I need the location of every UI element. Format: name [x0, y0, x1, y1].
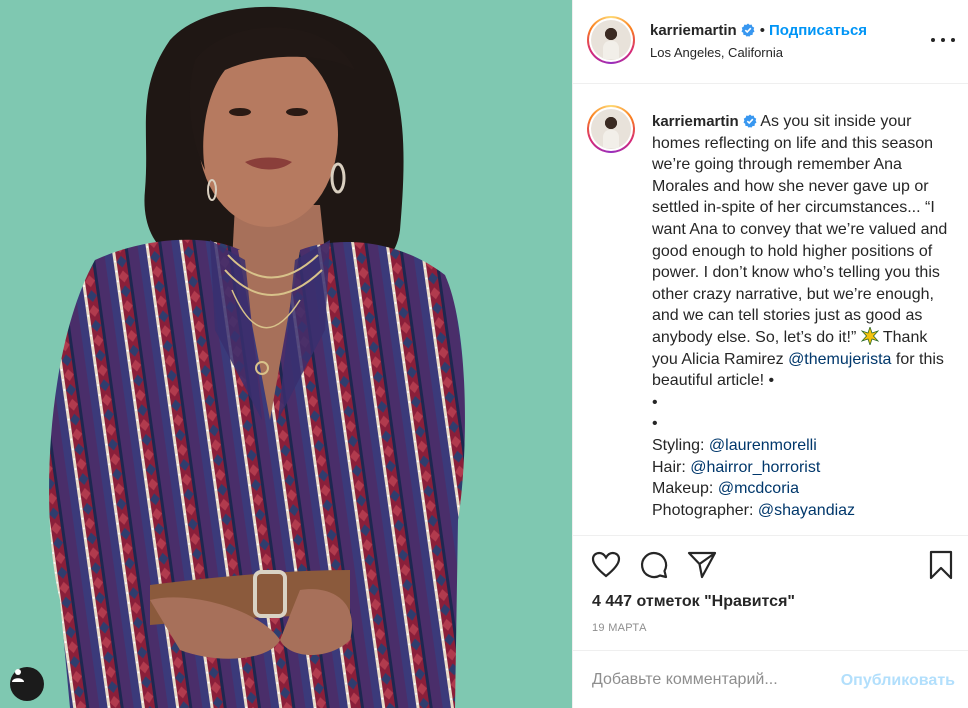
post-header: karriemartin • Подписаться Los Angeles, Ca… — [573, 0, 968, 84]
caption-bullet: • — [652, 415, 658, 433]
caption-text: As you sit inside your homes reflecting … — [652, 113, 948, 346]
publish-button[interactable]: Опубликовать — [841, 672, 955, 690]
more-options-button[interactable] — [931, 30, 955, 50]
author-username[interactable]: karriemartin — [650, 22, 737, 39]
caption: karriemartin As you sit inside your home… — [652, 111, 952, 521]
add-comment-bar: Опубликовать — [573, 650, 968, 708]
likes-count[interactable]: 4 447 отметок "Нравится" — [592, 593, 795, 611]
user-tag-button[interactable] — [10, 667, 44, 701]
photographer-label: Photographer: — [652, 501, 754, 519]
comments-area[interactable]: karriemartin As you sit inside your home… — [573, 85, 968, 535]
hair-label: Hair: — [652, 458, 686, 476]
comment-input[interactable] — [592, 669, 832, 691]
caption-bullet: • — [652, 393, 658, 411]
follow-button[interactable]: Подписаться — [769, 22, 867, 39]
sparkle-emoji-icon — [860, 326, 879, 345]
comment-icon[interactable] — [638, 549, 670, 581]
mention-photographer[interactable]: @shayandiaz — [758, 502, 855, 519]
heart-icon[interactable] — [590, 549, 622, 581]
makeup-label: Makeup: — [652, 480, 714, 498]
mention-themujerista[interactable]: @themujerista — [788, 351, 891, 368]
styling-label: Styling: — [652, 436, 705, 454]
header-separator: • — [759, 22, 765, 39]
mention-laurenmorelli[interactable]: @laurenmorelli — [709, 437, 817, 454]
post-actions: 4 447 отметок "Нравится" 19 МАРТА — [573, 535, 968, 650]
post-panel: karriemartin • Подписаться Los Angeles, Ca… — [572, 0, 968, 708]
caption-avatar[interactable] — [587, 105, 635, 153]
post-photo[interactable] — [0, 0, 572, 708]
post-location[interactable]: Los Angeles, California — [650, 45, 783, 60]
caption-username[interactable]: karriemartin — [652, 113, 739, 130]
portrait-illustration — [49, 6, 465, 708]
post-date[interactable]: 19 МАРТА — [592, 622, 647, 634]
bookmark-icon[interactable] — [925, 549, 957, 581]
user-tag-icon — [12, 669, 24, 682]
verified-icon — [741, 23, 755, 37]
verified-icon — [743, 114, 757, 128]
more-icon — [931, 38, 935, 42]
mention-hairror-horrorist[interactable]: @hairror_horrorist — [690, 459, 820, 476]
header-line: karriemartin • Подписаться — [650, 22, 867, 39]
share-icon[interactable] — [686, 549, 718, 581]
mention-mcdcoria[interactable]: @mcdcoria — [718, 480, 799, 497]
author-avatar[interactable] — [587, 16, 635, 64]
